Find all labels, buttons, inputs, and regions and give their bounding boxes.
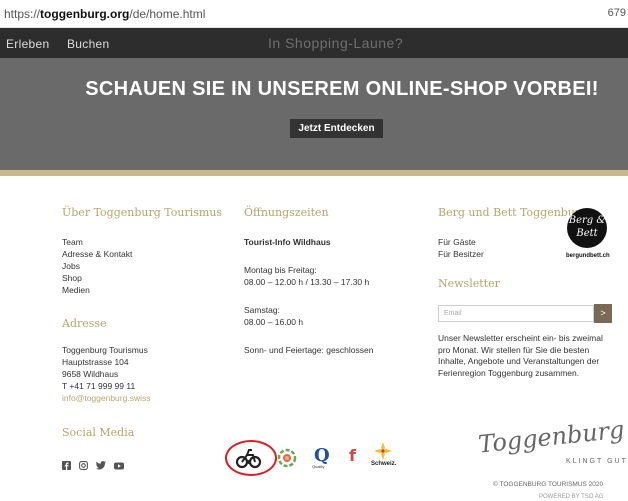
- family-destination-icon[interactable]: f: [346, 444, 364, 475]
- toggenburg-logo[interactable]: Toggenburg: [477, 415, 626, 458]
- hours-heading: Öffnungszeiten: [244, 206, 329, 219]
- address-line: Hauptstrasse 104: [62, 357, 129, 367]
- saturday-hours: 08.00 – 16.00 h: [244, 317, 304, 327]
- instagram-icon[interactable]: [79, 457, 88, 475]
- regional-label-icon[interactable]: [277, 447, 297, 474]
- address-line: Toggenburg Tourismus: [62, 345, 148, 355]
- main-nav: Erleben Buchen In Shopping-Laune?: [0, 28, 628, 58]
- weekday-label: Montag bis Freitag:: [244, 265, 317, 275]
- svg-text:f: f: [349, 446, 357, 465]
- brand-tagline: KLINGT GUT: [566, 458, 628, 465]
- url-domain: toggenburg.org: [40, 7, 130, 21]
- quality-label-text: Quality: [312, 464, 325, 469]
- url-path: /de/home.html: [129, 7, 206, 21]
- about-heading: Über Toggenburg Tourismus: [62, 206, 223, 219]
- newsletter-description: Unser Newsletter erscheint ein- bis zwei…: [438, 333, 603, 378]
- address-line: 9658 Wildhaus: [62, 369, 119, 379]
- nav-promo-text: In Shopping-Laune?: [268, 35, 404, 51]
- newsletter-email-input[interactable]: Email: [438, 305, 594, 322]
- berg-und-bett-logo[interactable]: Berg & Bett: [567, 208, 607, 248]
- svg-text:Q: Q: [314, 445, 330, 466]
- social-heading: Social Media: [62, 426, 135, 439]
- footer-link-jobs[interactable]: Jobs: [62, 261, 80, 273]
- phone-number[interactable]: T +41 71 999 99 11: [62, 381, 135, 393]
- schweiz-label: Schweiz.: [371, 461, 397, 467]
- nav-item-erleben[interactable]: Erleben: [6, 37, 49, 51]
- bergbett-url[interactable]: bergundbett.ch: [566, 253, 610, 259]
- bergbett-link-guests[interactable]: Für Gäste: [438, 237, 476, 249]
- divider-line: [0, 170, 628, 176]
- bergbett-link-owners[interactable]: Für Besitzer: [438, 249, 484, 261]
- youtube-icon[interactable]: [114, 457, 124, 475]
- footer-link-team[interactable]: Team: [62, 237, 83, 249]
- shop-banner: SCHAUEN SIE IN UNSEREM ONLINE-SHOP VORBE…: [0, 58, 628, 170]
- copyright-text: © TOGGENBURG TOURISMUS 2020: [493, 481, 604, 488]
- url-text[interactable]: https://toggenburg.org/de/home.html: [4, 7, 205, 21]
- discover-button[interactable]: Jetzt Entdecken: [290, 119, 383, 138]
- address-heading: Adresse: [62, 317, 107, 330]
- twitter-icon[interactable]: [96, 457, 106, 475]
- switzerland-tourism-icon[interactable]: Schweiz.: [371, 442, 397, 467]
- office-name: Tourist-Info Wildhaus: [244, 237, 331, 247]
- email-link[interactable]: info@toggenburg.swiss: [62, 393, 150, 405]
- banner-headline: SCHAUEN SIE IN UNSEREM ONLINE-SHOP VORBE…: [85, 78, 599, 100]
- footer-link-media[interactable]: Medien: [62, 285, 90, 297]
- weekday-hours: 08.00 – 12.00 h / 13.30 – 17.30 h: [244, 277, 370, 287]
- url-prefix: https://: [4, 7, 41, 21]
- footer-link-contact[interactable]: Adresse & Kontakt: [62, 249, 132, 261]
- quality-label-icon[interactable]: Q Quality: [310, 444, 332, 475]
- newsletter-heading: Newsletter: [438, 277, 500, 290]
- facebook-icon[interactable]: [62, 457, 71, 475]
- newsletter-submit-button[interactable]: >: [594, 304, 612, 323]
- footer-link-shop[interactable]: Shop: [62, 273, 82, 285]
- browser-url-bar[interactable]: https://toggenburg.org/de/home.html 679: [0, 0, 628, 28]
- powered-by-text[interactable]: POWERED BY TSO AG: [539, 494, 603, 500]
- saturday-label: Samstag:: [244, 305, 280, 315]
- nav-item-buchen[interactable]: Buchen: [67, 37, 110, 51]
- bergbett-heading: Berg und Bett Toggenburg: [438, 206, 588, 219]
- holiday-hours: Sonn- und Feiertage: geschlossen: [244, 345, 374, 355]
- highlight-circle: [225, 440, 277, 476]
- zoom-level: 679: [607, 7, 626, 19]
